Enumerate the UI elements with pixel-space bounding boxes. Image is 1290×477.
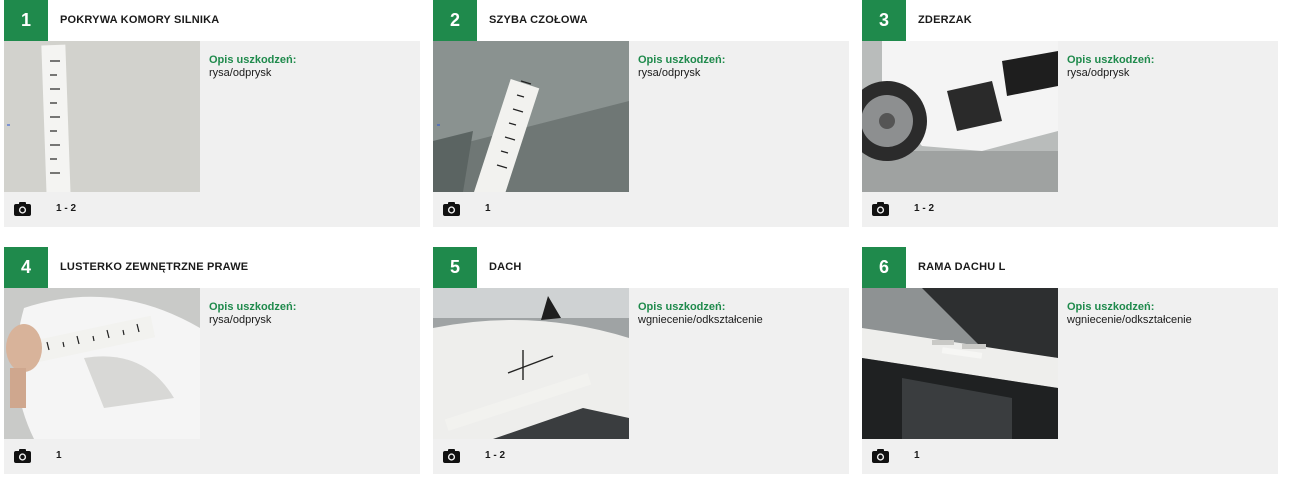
- description-label: Opis uszkodzeń:: [638, 54, 726, 66]
- card-header: 5 DACH: [429, 247, 850, 288]
- photo-count[interactable]: 1 - 2: [914, 203, 934, 214]
- camera-icon[interactable]: [872, 449, 889, 463]
- description-value: rysa/odprysk: [209, 314, 272, 326]
- description-label: Opis uszkodzeń:: [638, 301, 726, 313]
- description-value: wgniecenie/odkształcenie: [638, 314, 763, 326]
- damage-card-6: 6 RAMA DACHU L Opis uszkodzeń: wgnieceni…: [858, 247, 1279, 474]
- description-label: Opis uszkodzeń:: [1067, 54, 1155, 66]
- description-value: rysa/odprysk: [638, 67, 701, 79]
- item-title: DACH: [489, 261, 522, 273]
- item-number-badge: 6: [862, 247, 906, 288]
- card-header: 6 RAMA DACHU L: [858, 247, 1279, 288]
- damage-description: Opis uszkodzeń: rysa/odprysk: [209, 301, 296, 327]
- camera-icon[interactable]: [872, 202, 889, 216]
- description-label: Opis uszkodzeń:: [209, 301, 297, 313]
- photo-count[interactable]: 1 - 2: [485, 450, 505, 461]
- damage-photo[interactable]: [433, 288, 629, 439]
- item-number-badge: 1: [4, 0, 48, 41]
- item-number-badge: 2: [433, 0, 477, 41]
- damage-photo[interactable]: [4, 41, 200, 192]
- item-title: SZYBA CZOŁOWA: [489, 14, 588, 26]
- card-header: 4 LUSTERKO ZEWNĘTRZNE PRAWE: [0, 247, 421, 288]
- item-number-badge: 5: [433, 247, 477, 288]
- card-body: Opis uszkodzeń: wgniecenie/odkształcenie…: [862, 288, 1278, 474]
- photo-count[interactable]: 1: [914, 450, 920, 461]
- description-label: Opis uszkodzeń:: [1067, 301, 1155, 313]
- photo-footer: 1: [4, 439, 420, 474]
- damage-description: Opis uszkodzeń: wgniecenie/odkształcenie: [638, 301, 763, 327]
- card-body: Opis uszkodzeń: rysa/odprysk 1: [433, 41, 849, 227]
- photo-footer: 1 - 2: [4, 192, 420, 227]
- description-value: rysa/odprysk: [1067, 67, 1130, 79]
- damage-description: Opis uszkodzeń: rysa/odprysk: [638, 54, 725, 80]
- card-header: 3 ZDERZAK: [858, 0, 1279, 41]
- photo-count[interactable]: 1 - 2: [56, 203, 76, 214]
- damage-photo[interactable]: [433, 41, 629, 192]
- photo-footer: 1 - 2: [433, 439, 849, 474]
- item-title: ZDERZAK: [918, 14, 972, 26]
- camera-icon[interactable]: [443, 202, 460, 216]
- photo-count[interactable]: 1: [56, 450, 62, 461]
- card-header: 2 SZYBA CZOŁOWA: [429, 0, 850, 41]
- photo-footer: 1: [862, 439, 1278, 474]
- damage-description: Opis uszkodzeń: rysa/odprysk: [1067, 54, 1154, 80]
- card-body: Opis uszkodzeń: rysa/odprysk 1 - 2: [862, 41, 1278, 227]
- damage-photo[interactable]: [862, 288, 1058, 439]
- item-number-badge: 4: [4, 247, 48, 288]
- description-label: Opis uszkodzeń:: [209, 54, 297, 66]
- damage-card-2: 2 SZYBA CZOŁOWA Opis uszkodzeń: rysa/odp…: [429, 0, 850, 227]
- camera-icon[interactable]: [14, 202, 31, 216]
- card-body: Opis uszkodzeń: rysa/odprysk 1: [4, 288, 420, 474]
- camera-icon[interactable]: [14, 449, 31, 463]
- damage-card-5: 5 DACH Opis uszkodzeń: wgniecenie/odkszt…: [429, 247, 850, 474]
- card-body: Opis uszkodzeń: wgniecenie/odkształcenie…: [433, 288, 849, 474]
- description-value: wgniecenie/odkształcenie: [1067, 314, 1192, 326]
- photo-footer: 1 - 2: [862, 192, 1278, 227]
- item-number-badge: 3: [862, 0, 906, 41]
- description-value: rysa/odprysk: [209, 67, 272, 79]
- damage-card-1: 1 POKRYWA KOMORY SILNIKA Opis uszkodzeń:…: [0, 0, 421, 227]
- damage-card-4: 4 LUSTERKO ZEWNĘTRZNE PRAWE Opis uszkodz…: [0, 247, 421, 474]
- photo-footer: 1: [433, 192, 849, 227]
- damage-photo[interactable]: [862, 41, 1058, 192]
- camera-icon[interactable]: [443, 449, 460, 463]
- damage-card-3: 3 ZDERZAK Opis uszkodzeń: rysa/odprysk 1…: [858, 0, 1279, 227]
- photo-count[interactable]: 1: [485, 203, 491, 214]
- item-title: POKRYWA KOMORY SILNIKA: [60, 14, 220, 26]
- damage-description: Opis uszkodzeń: rysa/odprysk: [209, 54, 296, 80]
- damage-photo[interactable]: [4, 288, 200, 439]
- card-body: Opis uszkodzeń: rysa/odprysk 1 - 2: [4, 41, 420, 227]
- damage-report-grid: 1 POKRYWA KOMORY SILNIKA Opis uszkodzeń:…: [0, 0, 1290, 477]
- card-header: 1 POKRYWA KOMORY SILNIKA: [0, 0, 421, 41]
- item-title: RAMA DACHU L: [918, 261, 1006, 273]
- damage-description: Opis uszkodzeń: wgniecenie/odkształcenie: [1067, 301, 1192, 327]
- item-title: LUSTERKO ZEWNĘTRZNE PRAWE: [60, 261, 249, 273]
